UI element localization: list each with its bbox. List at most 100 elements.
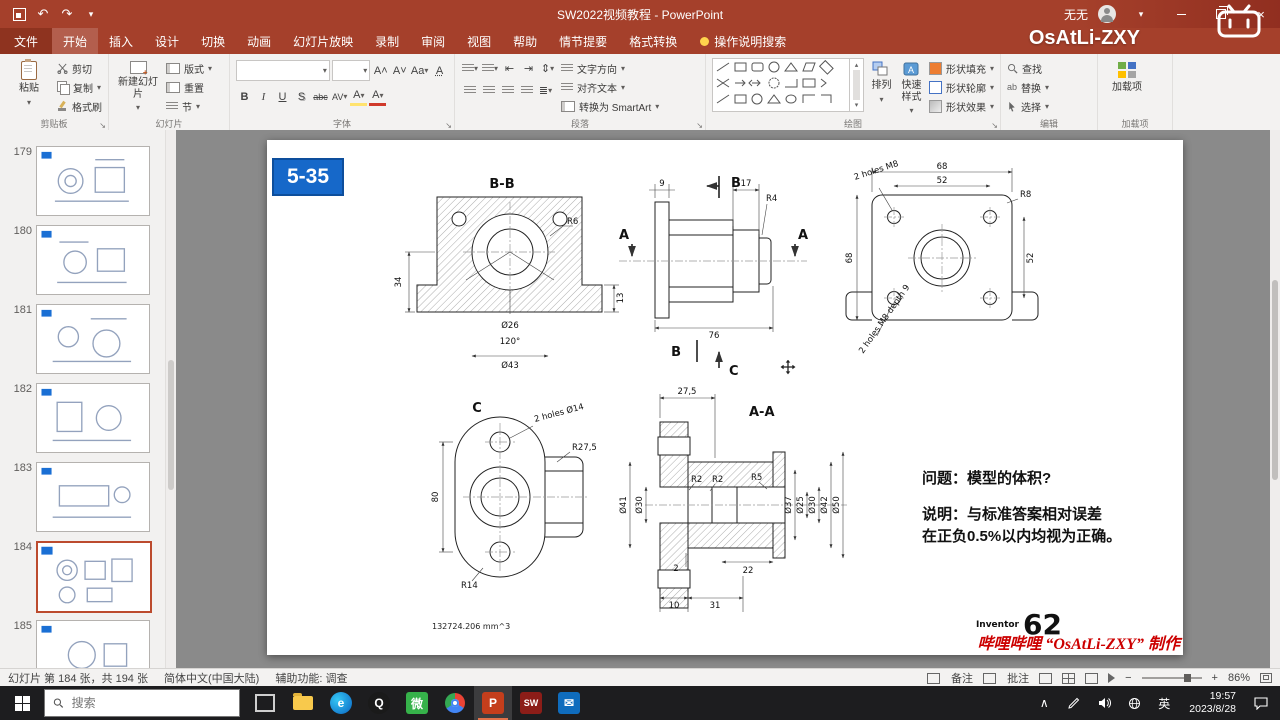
- zoom-out-button[interactable]: −: [1125, 672, 1131, 684]
- slide-184[interactable]: 5-35 B-B 34 Ø26 120° Ø43 R6 13 A A B B C…: [267, 140, 1183, 655]
- powerpoint-taskbar-button[interactable]: P: [474, 686, 512, 720]
- find-button[interactable]: 查找: [1007, 60, 1049, 76]
- align-left-button[interactable]: [461, 82, 478, 98]
- edge-button[interactable]: e: [322, 686, 360, 720]
- accessibility-status[interactable]: 辅助功能: 调查: [275, 670, 347, 686]
- redo-button[interactable]: ↷: [56, 3, 78, 25]
- normal-view-button[interactable]: [1039, 672, 1053, 684]
- comments-button[interactable]: 批注: [983, 670, 1029, 686]
- paragraph-dialog-launcher[interactable]: ↘: [696, 121, 703, 130]
- font-name-combo[interactable]: ▾: [236, 60, 330, 81]
- reset-button[interactable]: 重置: [166, 79, 212, 95]
- justify-button[interactable]: [518, 82, 535, 98]
- question-block[interactable]: 问题：模型的体积? 说明：与标准答案相对误差 在正负0.5%以内均视为正确。: [922, 468, 1180, 547]
- slide-thumbnail-181[interactable]: [36, 304, 150, 374]
- strikethrough-button[interactable]: abc: [312, 89, 329, 105]
- wechat-button[interactable]: 微: [398, 686, 436, 720]
- font-size-combo[interactable]: ▾: [331, 60, 371, 81]
- file-explorer-button[interactable]: [284, 686, 322, 720]
- paste-button[interactable]: 粘贴 ▾: [6, 58, 52, 107]
- canvas-scrollbar[interactable]: [1270, 130, 1280, 668]
- select-button[interactable]: 选择 ▾: [1007, 98, 1049, 114]
- font-size-input[interactable]: [334, 64, 364, 77]
- slide-thumbnail-182[interactable]: [36, 383, 150, 453]
- thumbnail-scrollbar[interactable]: [165, 130, 176, 668]
- shapes-gallery[interactable]: ▴ ▾: [712, 58, 864, 112]
- zoom-level[interactable]: 86%: [1228, 672, 1250, 684]
- new-slide-button[interactable]: 新建幻灯片▾: [115, 58, 161, 112]
- clipboard-dialog-launcher[interactable]: ↘: [99, 121, 106, 130]
- task-view-button[interactable]: [246, 686, 284, 720]
- tab-insert[interactable]: 插入: [98, 28, 144, 54]
- engineering-drawing[interactable]: B-B 34 Ø26 120° Ø43 R6 13 A A B B C 9 17…: [267, 140, 1183, 655]
- align-right-button[interactable]: [499, 82, 516, 98]
- tell-me-search[interactable]: 操作说明搜索: [688, 28, 798, 54]
- format-painter-button[interactable]: 格式刷: [57, 98, 102, 114]
- solidworks-button[interactable]: SW: [512, 686, 550, 720]
- bullets-button[interactable]: ▾: [461, 60, 479, 76]
- cut-button[interactable]: 剪切: [57, 60, 102, 76]
- slide-thumbnail-180[interactable]: [36, 225, 150, 295]
- italic-button[interactable]: I: [255, 89, 272, 105]
- align-center-button[interactable]: [480, 82, 497, 98]
- text-direction-button[interactable]: 文字方向 ▾: [561, 60, 659, 76]
- tab-help[interactable]: 帮助: [502, 28, 548, 54]
- text-shadow-button[interactable]: S: [293, 89, 310, 105]
- tab-format-convert[interactable]: 格式转换: [618, 28, 688, 54]
- language-indicator[interactable]: 简体中文(中国大陆): [164, 670, 259, 686]
- taskbar-search[interactable]: [44, 689, 240, 717]
- slide-thumbnail-179[interactable]: [36, 146, 150, 216]
- decrease-indent-button[interactable]: ⇤: [501, 60, 518, 76]
- clear-formatting-button[interactable]: A: [431, 63, 448, 79]
- layout-button[interactable]: 版式 ▾: [166, 60, 212, 76]
- fit-slide-button[interactable]: [1260, 673, 1272, 683]
- search-input[interactable]: [69, 695, 231, 711]
- qat-customize-button[interactable]: ▾: [80, 3, 102, 25]
- grow-font-button[interactable]: A˄: [372, 63, 389, 79]
- increase-indent-button[interactable]: ⇥: [520, 60, 537, 76]
- slide-sorter-view-button[interactable]: [1062, 672, 1076, 684]
- reading-view-button[interactable]: [1085, 672, 1099, 684]
- slide-thumbnail-183[interactable]: [36, 462, 150, 532]
- copy-button[interactable]: 复制 ▾: [57, 79, 102, 95]
- mail-button[interactable]: ✉: [550, 686, 588, 720]
- shrink-font-button[interactable]: A˅: [391, 63, 408, 79]
- tab-transitions[interactable]: 切换: [190, 28, 236, 54]
- replace-button[interactable]: ab 替换 ▾: [1007, 79, 1049, 95]
- windows-ink-button[interactable]: [1061, 686, 1087, 720]
- columns-button[interactable]: ≣ ▾: [537, 82, 554, 98]
- tab-slideshow[interactable]: 幻灯片放映: [282, 28, 364, 54]
- shape-effects-button[interactable]: 形状效果 ▾: [928, 98, 994, 114]
- ime-indicator[interactable]: 英: [1151, 686, 1177, 720]
- save-button[interactable]: [8, 3, 30, 25]
- tab-animations[interactable]: 动画: [236, 28, 282, 54]
- zoom-slider-knob[interactable]: [1183, 674, 1191, 682]
- shape-fill-button[interactable]: 形状填充 ▾: [928, 60, 994, 76]
- align-text-button[interactable]: 对齐文本 ▾: [561, 79, 659, 95]
- shape-outline-button[interactable]: 形状轮廓 ▾: [928, 79, 994, 95]
- arrange-button[interactable]: 排列 ▾: [869, 58, 894, 104]
- font-color-button[interactable]: A ▾: [369, 87, 387, 106]
- highlight-color-button[interactable]: A ▾: [350, 87, 368, 106]
- tab-design[interactable]: 设计: [144, 28, 190, 54]
- volume-button[interactable]: [1091, 686, 1117, 720]
- font-name-input[interactable]: [239, 64, 323, 77]
- bold-button[interactable]: B: [236, 89, 253, 105]
- shapes-gallery-scrollbar[interactable]: ▴ ▾: [849, 59, 863, 111]
- numbering-button[interactable]: ▾: [481, 60, 499, 76]
- tab-view[interactable]: 视图: [456, 28, 502, 54]
- account-name[interactable]: 无无: [1064, 6, 1088, 23]
- qq-button[interactable]: Q: [360, 686, 398, 720]
- slide-thumbnail-184-selected[interactable]: [36, 541, 152, 613]
- slideshow-button[interactable]: [1108, 673, 1116, 683]
- start-button[interactable]: [0, 686, 44, 720]
- change-case-button[interactable]: Aa ▾: [410, 63, 429, 79]
- section-button[interactable]: 节 ▾: [166, 98, 212, 114]
- notification-center-button[interactable]: [1248, 686, 1274, 720]
- slide-thumbnail-185[interactable]: [36, 620, 150, 668]
- network-button[interactable]: [1121, 686, 1147, 720]
- line-spacing-button[interactable]: ⇕ ▾: [539, 60, 556, 76]
- tray-expand-button[interactable]: ∧: [1031, 686, 1057, 720]
- ribbon-display-options-button[interactable]: ▾: [1126, 1, 1156, 27]
- tab-record[interactable]: 录制: [364, 28, 410, 54]
